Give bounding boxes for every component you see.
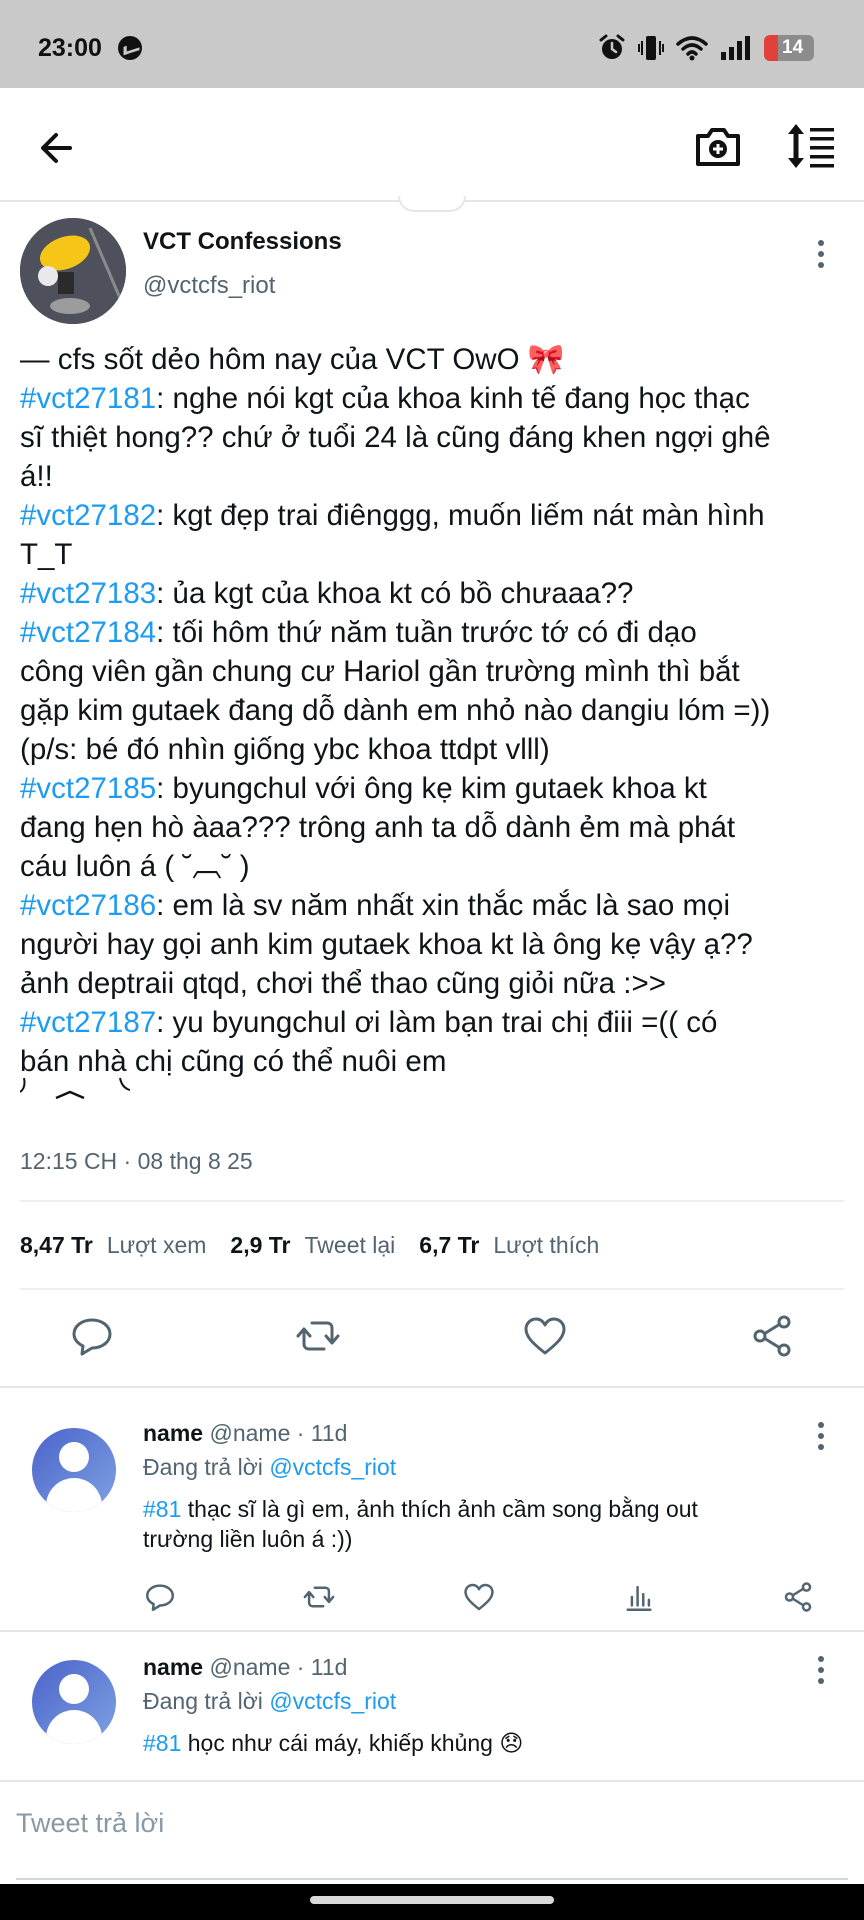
reply-icon[interactable] <box>68 1312 116 1360</box>
battery-level: 14 <box>782 37 804 58</box>
tweet-line: cáu luôn á ( ˘︹˘ ) <box>20 850 250 883</box>
tweet-line: công viên gần chung cư Hariol gần trường… <box>20 655 740 688</box>
share-icon[interactable] <box>781 1580 815 1614</box>
reply-author[interactable]: name @name · 11d <box>143 1654 347 1681</box>
hashtag-link[interactable]: #vct27187 <box>20 1006 156 1039</box>
tweet-text: — cfs sốt dẻo hôm nay của VCT OwO 🎀 #vct… <box>20 340 856 1081</box>
divider <box>20 1200 844 1202</box>
tweet-line: — cfs sốt dẻo hôm nay của VCT OwO 🎀 <box>20 343 565 376</box>
tweet-line: sĩ thiệt hong?? chứ ở tuổi 24 là cũng đá… <box>20 421 771 454</box>
divider <box>20 1288 844 1290</box>
sort-button[interactable] <box>784 118 840 174</box>
tweet-line: bán nhà chị cũng có thể nuôi em <box>20 1045 447 1078</box>
mention-link[interactable]: @vctcfs_riot <box>269 1688 396 1714</box>
top-app-bar <box>0 88 864 202</box>
pull-to-refresh-indicator <box>398 196 466 212</box>
reply-meta: @name · 11d <box>209 1654 348 1680</box>
wifi-icon <box>676 36 708 61</box>
replying-to: Đang trả lời @vctcfs_riot <box>143 1688 397 1714</box>
kaomoji-fragment <box>20 1077 130 1100</box>
tweet-line: #vct27184: tối hôm thứ năm tuần trước tớ… <box>20 616 697 649</box>
reply-text: #81 thạc sĩ là gì em, ảnh thích ảnh cầm … <box>143 1496 698 1552</box>
tweet-line: á!! <box>20 460 53 493</box>
tweet-line: #vct27181: nghe nói kgt của khoa kinh tế… <box>20 382 750 415</box>
tweet-line: ảnh deptraii qtqd, chơi thể thao cũng gi… <box>20 967 666 1000</box>
reply-text: #81 học như cái máy, khiếp khủng 😞 <box>143 1730 524 1756</box>
author-handle[interactable]: @vctcfs_riot <box>143 272 275 300</box>
section-separator <box>0 1630 864 1632</box>
tweet-line: #vct27182: kgt đẹp trai điênggg, muốn li… <box>20 499 765 532</box>
reply-icon[interactable] <box>143 1580 177 1614</box>
camera-button[interactable] <box>690 118 746 174</box>
author-avatar[interactable] <box>20 218 126 324</box>
retweets-label[interactable]: Tweet lại <box>305 1232 396 1259</box>
tweet-line: #vct27186: em là sv năm nhất xin thắc mắ… <box>20 889 730 922</box>
battery-icon: 14 <box>764 35 814 61</box>
like-icon[interactable] <box>462 1580 496 1614</box>
likes-label[interactable]: Lượt thích <box>493 1232 599 1259</box>
hashtag-link[interactable]: #vct27184 <box>20 616 156 649</box>
replying-to: Đang trả lời @vctcfs_riot <box>143 1454 397 1480</box>
status-bar: 23:00 14 <box>0 0 864 88</box>
tweet-line: #vct27187: yu byungchul ơi làm bạn trai … <box>20 1006 718 1039</box>
tweet-line: đang hẹn hò àaa??? trông anh ta dỗ dành … <box>20 811 736 844</box>
hashtag-link[interactable]: #vct27186 <box>20 889 156 922</box>
tweet-line: #vct27185: byungchul với ông kẹ kim guta… <box>20 772 707 805</box>
share-icon[interactable] <box>748 1312 796 1360</box>
status-time: 23:00 <box>38 34 102 62</box>
avatar-image <box>20 218 126 324</box>
reply-compose-input[interactable]: Tweet trả lời <box>16 1808 164 1839</box>
tweet-stats: 8,47 Tr Lượt xem 2,9 Tr Tweet lại 6,7 Tr… <box>20 1232 599 1259</box>
back-button[interactable] <box>30 120 86 176</box>
compose-underline <box>16 1878 848 1880</box>
camera-add-icon <box>696 128 740 166</box>
tweet-line: T_T <box>20 538 73 571</box>
home-gesture-handle[interactable] <box>310 1896 554 1904</box>
hashtag-link[interactable]: #vct27183 <box>20 577 156 610</box>
reply-author[interactable]: name @name · 11d <box>143 1420 347 1447</box>
author-name[interactable]: VCT Confessions <box>143 228 342 256</box>
tweet-line: gặp kim gutaek đang dỗ dành em nhỏ nào d… <box>20 694 771 727</box>
hashtag-link[interactable]: #81 <box>143 1496 181 1522</box>
hashtag-link[interactable]: #vct27182 <box>20 499 156 532</box>
hashtag-link[interactable]: #81 <box>143 1730 181 1756</box>
messenger-icon <box>118 36 142 60</box>
section-separator <box>0 1386 864 1388</box>
tweet-line: người hay gọi anh kim gutaek khoa kt là … <box>20 928 753 961</box>
tweet-line: (p/s: bé đó nhìn giống ybc khoa ttdpt vl… <box>20 733 550 766</box>
like-icon[interactable] <box>521 1312 569 1360</box>
views-label: Lượt xem <box>106 1232 207 1258</box>
retweet-icon[interactable] <box>302 1580 336 1614</box>
vibrate-icon <box>638 36 664 60</box>
arrow-left-icon <box>41 133 72 163</box>
reply-avatar[interactable] <box>32 1660 116 1744</box>
analytics-icon[interactable] <box>622 1580 656 1614</box>
retweet-icon[interactable] <box>294 1312 342 1360</box>
retweets-count[interactable]: 2,9 Tr <box>230 1232 290 1259</box>
alarm-icon <box>599 34 625 59</box>
signal-icon <box>721 36 750 60</box>
mention-link[interactable]: @vctcfs_riot <box>269 1454 396 1480</box>
reply-more-icon[interactable] <box>806 1648 836 1692</box>
hashtag-link[interactable]: #vct27181 <box>20 382 156 415</box>
tweet-timestamp: 12:15 CH · 08 thg 8 25 <box>20 1148 253 1174</box>
sort-icon <box>788 124 834 168</box>
more-options-icon[interactable] <box>806 232 836 276</box>
hashtag-link[interactable]: #vct27185 <box>20 772 156 805</box>
tweet-line: #vct27183: ủa kgt của khoa kt có bồ chưa… <box>20 577 634 610</box>
reply-avatar[interactable] <box>32 1428 116 1512</box>
reply-meta: @name · 11d <box>209 1420 348 1446</box>
status-icons: 14 <box>598 30 814 66</box>
likes-count[interactable]: 6,7 Tr <box>419 1232 479 1259</box>
views-count: 8,47 Tr <box>20 1232 93 1258</box>
section-separator <box>0 1780 864 1782</box>
reply-more-icon[interactable] <box>806 1414 836 1458</box>
